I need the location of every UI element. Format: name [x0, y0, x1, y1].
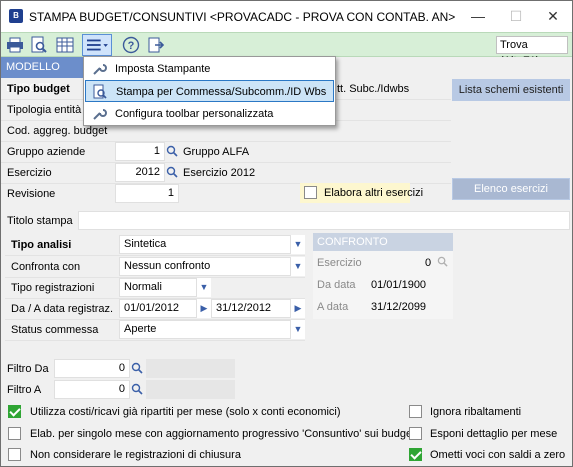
option-label-singolo-mese: Elab. per singolo mese con aggiornamento… — [30, 428, 416, 440]
title-bar: B STAMPA BUDGET/CONSUNTIVI <PROVACADC - … — [1, 1, 572, 32]
search-icon[interactable] — [130, 380, 144, 399]
grid-icon[interactable] — [55, 35, 75, 55]
filtro-a-label: Filtro A — [7, 384, 42, 396]
titolo-stampa-label: Titolo stampa — [7, 215, 73, 227]
menu-item-label: Configura toolbar personalizzata — [115, 108, 274, 120]
chevron-right-icon[interactable]: ▶ — [291, 299, 305, 318]
gruppo-aziende-field[interactable]: 1 — [115, 142, 165, 161]
option-label-chiusura: Non considerare le registrazioni di chiu… — [30, 449, 241, 461]
confronto-a-data-value[interactable]: 31/12/2099 — [371, 301, 426, 313]
confronta-select[interactable]: Nessun confronto — [119, 257, 291, 276]
search-icon[interactable] — [130, 359, 144, 378]
menu-button[interactable] — [82, 34, 112, 56]
data-registraz-label: Da / A data registraz. — [11, 303, 114, 315]
elenco-esercizi-button[interactable]: Elenco esercizi — [452, 178, 570, 200]
gruppo-aziende-label: Gruppo aziende — [7, 146, 86, 158]
main-window: B STAMPA BUDGET/CONSUNTIVI <PROVACADC - … — [0, 0, 573, 467]
revisione-label: Revisione — [7, 188, 56, 200]
confronto-panel: CONFRONTO Esercizio 0 Da data 01/01/1900… — [313, 233, 453, 319]
lista-schemi-button[interactable]: Lista schemi esistenti — [452, 79, 570, 101]
help-icon[interactable]: ? — [121, 35, 141, 55]
row-divider — [5, 255, 305, 256]
status-commessa-select[interactable]: Aperte — [119, 320, 291, 339]
option-checkbox-ribaltamenti[interactable] — [409, 405, 422, 418]
option-label-saldi-zero: Ometti voci con saldi a zero — [430, 449, 566, 461]
filtro-da-field[interactable]: 0 — [54, 359, 130, 378]
chevron-down-icon[interactable]: ▼ — [291, 257, 305, 276]
confronto-da-data-value[interactable]: 01/01/1900 — [371, 279, 426, 291]
row-divider — [5, 340, 305, 341]
minimize-button[interactable]: — — [463, 3, 493, 29]
elabora-checkbox[interactable] — [304, 186, 317, 199]
tipo-analisi-select[interactable]: Sintetica — [119, 235, 291, 254]
menu-item-stampa-commessa[interactable]: Stampa per Commessa/Subcomm./ID Wbs — [85, 80, 334, 102]
exit-icon[interactable] — [146, 35, 166, 55]
tipo-analisi-label: Tipo analisi — [11, 239, 72, 251]
option-checkbox-chiusura[interactable] — [8, 448, 21, 461]
tipo-budget-label: Tipo budget — [7, 83, 70, 95]
option-checkbox-singolo-mese[interactable] — [8, 427, 21, 440]
menu-icon — [87, 39, 108, 51]
menu-item-imposta-stampante[interactable]: Imposta Stampante — [85, 58, 334, 80]
confronto-esercizio-label: Esercizio — [317, 257, 362, 269]
esercizio-label: Esercizio — [7, 167, 52, 179]
app-icon: B — [9, 9, 23, 23]
titolo-stampa-field[interactable] — [78, 211, 570, 230]
wrench-icon — [93, 109, 107, 120]
elabora-label: Elabora altri esercizi — [324, 187, 424, 199]
confronto-title: CONFRONTO — [313, 233, 453, 251]
close-button[interactable]: ✕ — [538, 3, 568, 29]
menu-item-label: Imposta Stampante — [115, 63, 211, 75]
search-input[interactable]: Trova (Alt+F1) — [496, 36, 568, 67]
chevron-down-icon[interactable]: ▼ — [291, 235, 305, 254]
revisione-field[interactable]: 1 — [115, 184, 179, 203]
printer-icon[interactable] — [5, 35, 25, 55]
maximize-button[interactable]: ☐ — [501, 3, 531, 29]
filtro-a-desc — [146, 380, 235, 399]
print-preview-icon — [93, 84, 107, 99]
confronto-da-data-label: Da data — [317, 279, 356, 291]
filtro-a-field[interactable]: 0 — [54, 380, 130, 399]
chevron-down-icon[interactable]: ▼ — [197, 278, 211, 297]
confronta-label: Confronta con — [11, 261, 81, 273]
gruppo-aziende-desc: Gruppo ALFA — [183, 146, 250, 158]
confronto-a-data-label: A data — [317, 301, 349, 313]
option-checkbox-saldi-zero[interactable] — [409, 448, 422, 461]
toolbar: ? Trova (Alt+F1) — [1, 32, 572, 67]
tipo-registrazioni-select[interactable]: Normali — [119, 278, 197, 297]
toolbar-dropdown-menu: Imposta Stampante Stampa per Commessa/Su… — [83, 56, 336, 126]
print-preview-icon[interactable] — [29, 35, 49, 55]
tipo-registrazioni-label: Tipo registrazioni — [11, 282, 95, 294]
tipologia-entita-label: Tipologia entità — [7, 104, 82, 116]
filtro-da-desc — [146, 359, 235, 378]
option-checkbox-dettaglio-mese[interactable] — [409, 427, 422, 440]
confronto-esercizio-value[interactable]: 0 — [425, 257, 431, 269]
section-header: MODELLO BUDGET — [1, 57, 83, 94]
filtro-da-label: Filtro Da — [7, 363, 49, 375]
subcomm-partial-text: tt. Subc./Idwbs — [337, 83, 410, 95]
wrench-icon — [93, 64, 107, 75]
esercizio-field[interactable]: 2012 — [115, 163, 165, 182]
chevron-right-icon[interactable]: ▶ — [197, 299, 211, 318]
option-label-dettaglio-mese: Esponi dettaglio per mese — [430, 428, 558, 440]
option-label-ripartiti: Utilizza costi/ricavi già ripartiti per … — [30, 406, 341, 418]
search-icon[interactable] — [437, 256, 448, 270]
menu-item-label: Stampa per Commessa/Subcomm./ID Wbs — [116, 86, 327, 98]
option-checkbox-ripartiti[interactable] — [8, 405, 21, 418]
data-a-field[interactable]: 31/12/2012 — [211, 299, 291, 318]
status-commessa-label: Status commessa — [11, 324, 99, 336]
window-title: STAMPA BUDGET/CONSUNTIVI <PROVACADC - PR… — [29, 10, 456, 24]
esercizio-desc: Esercizio 2012 — [183, 167, 256, 179]
chevron-down-icon[interactable]: ▼ — [291, 320, 305, 339]
svg-text:?: ? — [128, 40, 135, 52]
data-da-field[interactable]: 01/01/2012 — [119, 299, 197, 318]
menu-item-configura-toolbar[interactable]: Configura toolbar personalizzata — [85, 103, 334, 125]
option-label-ribaltamenti: Ignora ribaltamenti — [430, 406, 522, 418]
